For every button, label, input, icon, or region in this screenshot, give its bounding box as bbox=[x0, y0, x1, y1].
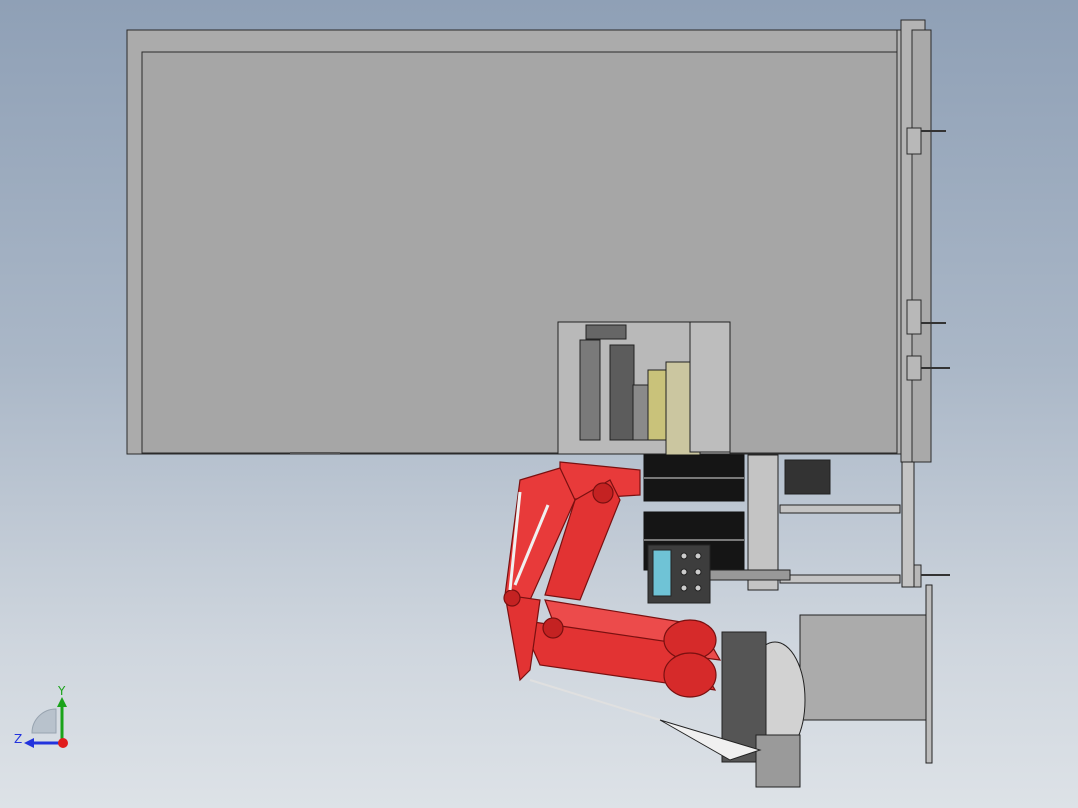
z-axis-label: Z bbox=[14, 732, 22, 746]
cad-viewport[interactable] bbox=[0, 0, 1078, 808]
y-axis-arrow bbox=[57, 697, 67, 707]
fixture-station bbox=[557, 321, 731, 459]
y-axis-label: Y bbox=[57, 685, 66, 698]
enclosure bbox=[126, 19, 932, 463]
orientation-triad: Y Z bbox=[14, 685, 68, 748]
control-panel bbox=[647, 544, 711, 604]
x-axis-dot bbox=[58, 738, 68, 748]
z-axis-arrow bbox=[24, 738, 34, 748]
triad-arc bbox=[31, 708, 57, 734]
robot-base bbox=[721, 584, 933, 788]
